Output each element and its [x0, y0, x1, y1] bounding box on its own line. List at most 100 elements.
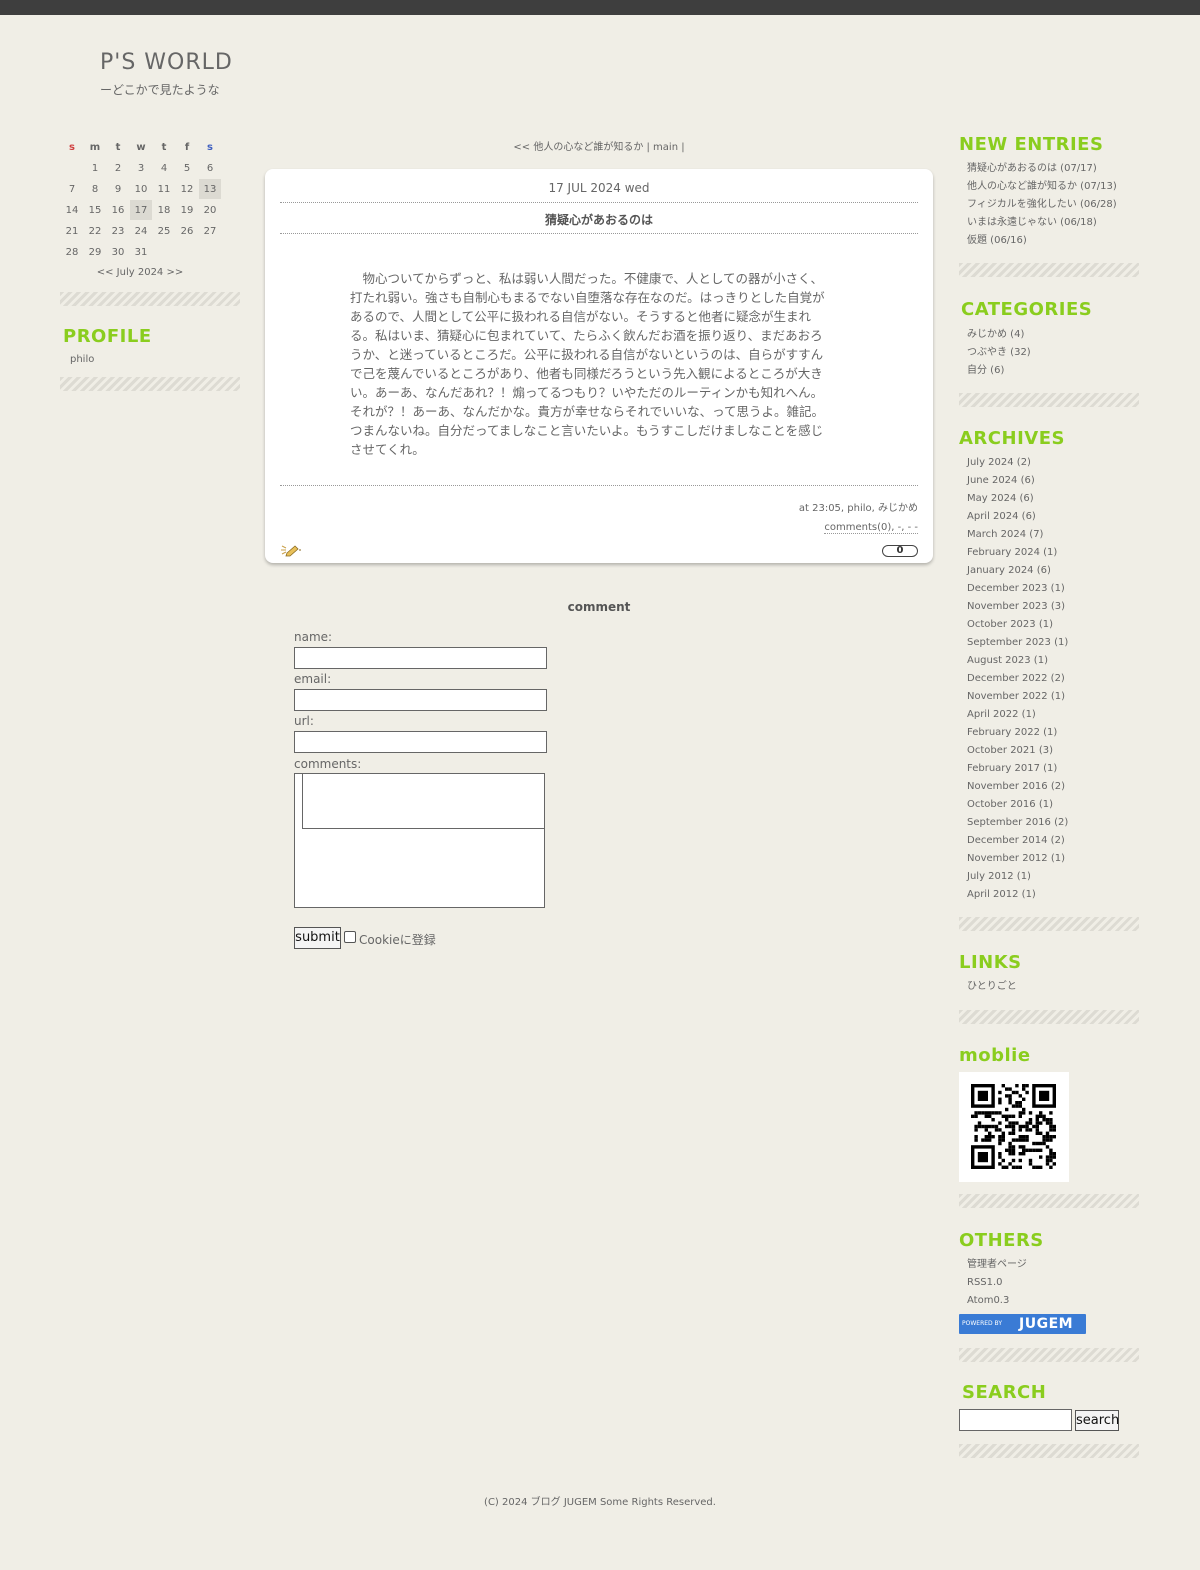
archive-link[interactable]: April 2012 (1): [959, 886, 1139, 904]
archive-link[interactable]: November 2023 (3): [959, 598, 1139, 616]
entry-body-line: それが？！あーあ、なんだかな。貴方が幸せならそれでいいな、って思うよ。雑記。: [350, 404, 825, 419]
archive-link[interactable]: November 2016 (2): [959, 778, 1139, 796]
entry-comments-link[interactable]: comments(0), -, - -: [824, 522, 918, 534]
others-heading: OTHERS: [959, 1230, 1044, 1251]
archive-link[interactable]: April 2024 (6): [959, 508, 1139, 526]
divider: [959, 917, 1139, 931]
calendar-day: 6: [206, 162, 214, 174]
archive-link[interactable]: December 2023 (1): [959, 580, 1139, 598]
calendar-weekday: t: [115, 141, 121, 153]
archive-link[interactable]: October 2021 (3): [959, 742, 1139, 760]
others-link[interactable]: Atom0.3: [959, 1292, 1139, 1310]
calendar-day: [199, 242, 221, 262]
calendar-day: 23: [111, 225, 125, 237]
pencil-icon: [281, 545, 301, 557]
calendar-day[interactable]: 13: [199, 179, 221, 199]
calendar-day: 31: [134, 246, 148, 258]
archive-link[interactable]: October 2023 (1): [959, 616, 1139, 634]
others-section: OTHERS 管理者ページ RSS1.0 Atom0.3 POWERED BY JU…: [959, 1230, 1139, 1362]
archive-link[interactable]: December 2014 (2): [959, 832, 1139, 850]
calendar-day: 7: [68, 183, 76, 195]
archive-link[interactable]: February 2024 (1): [959, 544, 1139, 562]
entry-navigation[interactable]: << 他人の心など誰が知るか | main |: [265, 138, 933, 153]
email-input[interactable]: [294, 689, 547, 711]
new-entry-link[interactable]: フィジカルを強化したい (06/28): [959, 196, 1139, 214]
jugem-badge[interactable]: POWERED BY JUGEM: [959, 1314, 1086, 1334]
calendar-nav[interactable]: << July 2024 >>: [60, 267, 220, 278]
categories-section: CATEGORIES みじかめ (4) つぶやき (32) 自分 (6): [959, 299, 1139, 407]
url-input[interactable]: [294, 731, 547, 753]
new-entry-link[interactable]: 仮題 (06/16): [959, 232, 1139, 250]
entry-body-line: 打たれ弱い。強さも自制心もまるでない自堕落な存在なのだ。はっきりとした自覚が: [350, 290, 825, 305]
entry-meta: at 23:05, philo, みじかめ comments(0), -, - …: [799, 499, 918, 537]
profile-name: philo: [70, 354, 95, 365]
calendar-day: 19: [180, 204, 194, 216]
divider: [280, 485, 918, 486]
calendar-day[interactable]: 17: [130, 200, 152, 220]
archive-link[interactable]: April 2022 (1): [959, 706, 1139, 724]
entry-body-line: うか、と迷っているところだ。公平に扱われる自信がないというのは、自らがすすん: [350, 347, 824, 362]
cookie-label: Cookieに登録: [359, 933, 436, 947]
entry-body-line: つまんないね。自分だってましなこと言いたいよ。もうすこしだけましなことを感じ: [350, 423, 824, 438]
divider: [959, 1348, 1139, 1362]
category-link[interactable]: つぶやき (32): [959, 344, 1139, 362]
archive-link[interactable]: February 2022 (1): [959, 724, 1139, 742]
archive-link[interactable]: July 2024 (2): [959, 454, 1139, 472]
calendar-day: 30: [111, 246, 125, 258]
category-link[interactable]: 自分 (6): [959, 362, 1139, 380]
calendar-day: 1: [91, 162, 99, 174]
others-link[interactable]: RSS1.0: [959, 1274, 1139, 1292]
entry-meta-posted[interactable]: at 23:05, philo, みじかめ: [799, 499, 918, 518]
others-link[interactable]: 管理者ページ: [959, 1256, 1139, 1274]
category-link[interactable]: みじかめ (4): [959, 326, 1139, 344]
archive-link[interactable]: February 2017 (1): [959, 760, 1139, 778]
entry-body-line: させてくれ。: [350, 442, 425, 457]
new-entries-section: NEW ENTRIES 猜疑心があおるのは (07/17) 他人の心など誰が知るか…: [959, 134, 1139, 277]
entry-body-line: で己を蔑んでいるところがあり、他者も同様だろうという先入観によるところが大き: [350, 366, 823, 381]
calendar-day: 20: [203, 204, 217, 216]
archive-link[interactable]: September 2016 (2): [959, 814, 1139, 832]
categories-heading: CATEGORIES: [961, 299, 1093, 320]
archive-link[interactable]: November 2012 (1): [959, 850, 1139, 868]
archives-heading: ARCHIVES: [959, 428, 1065, 449]
archive-link[interactable]: July 2012 (1): [959, 868, 1139, 886]
search-button[interactable]: search: [1075, 1410, 1119, 1431]
search-input[interactable]: [959, 1409, 1072, 1431]
archive-link[interactable]: September 2023 (1): [959, 634, 1139, 652]
archive-link[interactable]: May 2024 (6): [959, 490, 1139, 508]
calendar-day: 16: [111, 204, 125, 216]
calendar-day: 12: [180, 183, 194, 195]
jugem-badge-small: POWERED BY: [962, 1320, 1003, 1327]
calendar-day: 28: [65, 246, 79, 258]
archive-link[interactable]: October 2016 (1): [959, 796, 1139, 814]
email-label: email:: [294, 672, 332, 686]
archive-link[interactable]: January 2024 (6): [959, 562, 1139, 580]
archive-link[interactable]: August 2023 (1): [959, 652, 1139, 670]
site-title[interactable]: P'S WORLD: [100, 50, 233, 75]
archive-link[interactable]: November 2022 (1): [959, 688, 1139, 706]
divider: [959, 263, 1139, 277]
entry-title[interactable]: 猜疑心があおるのは: [265, 211, 933, 228]
new-entry-link[interactable]: いまは永遠じゃない (06/18): [959, 214, 1139, 232]
comment-count-badge[interactable]: 0: [882, 545, 918, 557]
name-label: name:: [294, 630, 333, 644]
comments-textarea[interactable]: [294, 773, 545, 908]
calendar-weekday: s: [207, 141, 213, 153]
submit-button[interactable]: submit: [294, 927, 341, 949]
search-section: SEARCH search: [959, 1382, 1139, 1458]
new-entry-link[interactable]: 他人の心など誰が知るか (07/13): [959, 178, 1139, 196]
calendar-day: 9: [114, 183, 122, 195]
calendar-day: 8: [91, 183, 99, 195]
archive-link[interactable]: March 2024 (7): [959, 526, 1139, 544]
name-input[interactable]: [294, 647, 547, 669]
left-sidebar: smtwtfs 1 2 3 4 5 6 7 8 9 10 11 12 13 14 15 16 17 18 19 20 2…: [60, 136, 240, 391]
entry-body-line: 物心ついてからずっと、私は弱い人間だった。不健康で、人としての器が小さく、: [350, 271, 824, 286]
archive-link[interactable]: June 2024 (6): [959, 472, 1139, 490]
link-item[interactable]: ひとりごと: [959, 978, 1139, 996]
calendar-weekday: m: [89, 141, 101, 153]
cookie-checkbox[interactable]: [344, 931, 356, 943]
new-entry-link[interactable]: 猜疑心があおるのは (07/17): [959, 160, 1139, 178]
archive-link[interactable]: December 2022 (2): [959, 670, 1139, 688]
profile-heading: PROFILE: [63, 326, 152, 347]
calendar-day: 10: [134, 183, 148, 195]
